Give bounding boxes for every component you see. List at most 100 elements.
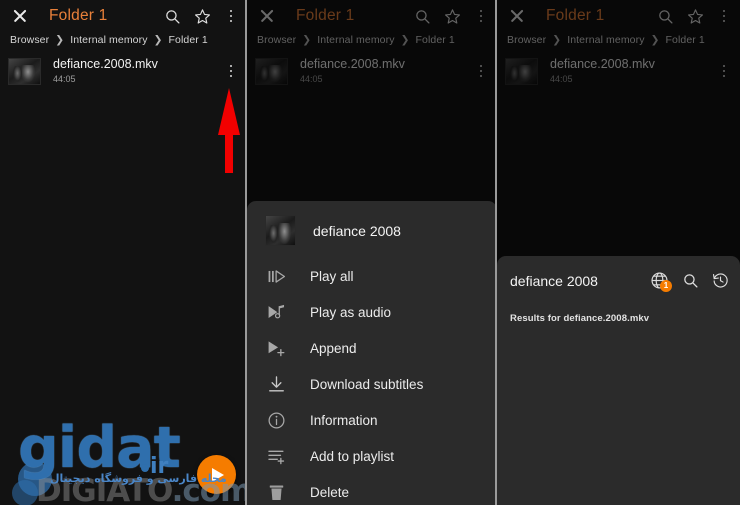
more-vertical-icon[interactable]	[717, 8, 731, 25]
breadcrumb-separator: ❯	[302, 34, 312, 46]
panel-file-browser: Folder 1 Browser ❯ Internal memory ❯ Fol…	[0, 0, 247, 505]
menu-item-play-all[interactable]: Play all	[247, 258, 497, 294]
search-icon[interactable]	[414, 8, 431, 25]
file-meta: defiance.2008.mkv 44:05	[300, 57, 474, 86]
play-all-icon	[266, 266, 287, 287]
breadcrumb-item-folder-1[interactable]: Folder 1	[666, 34, 705, 46]
breadcrumb-item-internal-memory[interactable]: Internal memory	[70, 34, 147, 46]
panel-divider	[245, 0, 247, 505]
file-meta: defiance.2008.mkv 44:05	[53, 57, 224, 86]
more-vertical-icon[interactable]	[474, 8, 488, 25]
app-bar-actions	[414, 8, 488, 25]
subtitle-search-sheet: defiance 2008 1 Results for defiance.200…	[497, 256, 740, 505]
menu-item-label: Play as audio	[310, 304, 392, 320]
file-name: defiance.2008.mkv	[53, 56, 158, 71]
app-bar: Folder 1	[0, 0, 247, 32]
star-icon[interactable]	[194, 8, 211, 25]
context-menu-title: defiance 2008	[313, 222, 401, 239]
watermark-blob	[18, 462, 52, 496]
add-to-playlist-icon	[266, 446, 287, 467]
video-thumbnail	[265, 215, 296, 246]
breadcrumb-item-browser[interactable]: Browser	[257, 34, 296, 46]
watermark-dot	[141, 464, 149, 472]
play-as-audio-icon	[266, 302, 287, 323]
breadcrumb-item-browser[interactable]: Browser	[507, 34, 546, 46]
globe-badge: 1	[660, 280, 672, 292]
screenshot-stage: Folder 1 Browser ❯ Internal memory ❯ Fol…	[0, 0, 740, 505]
history-icon[interactable]	[712, 272, 729, 289]
breadcrumb-item-folder-1[interactable]: Folder 1	[169, 34, 208, 46]
breadcrumb-separator: ❯	[400, 34, 410, 46]
play-icon	[212, 467, 224, 482]
file-meta: defiance.2008.mkv 44:05	[550, 57, 717, 86]
file-overflow-icon[interactable]	[717, 63, 731, 80]
app-bar: Folder 1	[497, 0, 740, 32]
file-name: defiance.2008.mkv	[550, 56, 655, 71]
watermark-brand: gidat	[18, 415, 181, 481]
app-bar: Folder 1	[247, 0, 497, 32]
file-list-item[interactable]: defiance.2008.mkv 44:05	[0, 51, 247, 91]
watermark-blob	[12, 480, 38, 505]
menu-item-append[interactable]: Append	[247, 330, 497, 366]
subtitle-sheet-header: defiance 2008 1	[497, 260, 740, 301]
breadcrumb-separator: ❯	[55, 34, 65, 46]
search-icon[interactable]	[657, 8, 674, 25]
menu-item-add-to-playlist[interactable]: Add to playlist	[247, 438, 497, 474]
file-overflow-icon[interactable]	[474, 63, 488, 80]
play-fab-button[interactable]	[197, 455, 236, 494]
menu-item-delete[interactable]: Delete	[247, 474, 497, 505]
info-icon	[266, 410, 287, 431]
close-icon[interactable]	[9, 5, 31, 27]
menu-item-play-as-audio[interactable]: Play as audio	[247, 294, 497, 330]
menu-item-information[interactable]: Information	[247, 402, 497, 438]
file-list-item[interactable]: defiance.2008.mkv 44:05	[497, 51, 740, 91]
breadcrumb-item-internal-memory[interactable]: Internal memory	[567, 34, 644, 46]
video-thumbnail	[255, 57, 288, 85]
search-icon[interactable]	[164, 8, 181, 25]
menu-item-label: Download subtitles	[310, 376, 424, 392]
star-icon[interactable]	[687, 8, 704, 25]
more-vertical-icon[interactable]	[224, 8, 238, 25]
watermark-tld: ir	[150, 454, 169, 479]
breadcrumb-separator: ❯	[552, 34, 562, 46]
context-menu-header: defiance 2008	[247, 205, 497, 258]
append-icon	[266, 338, 287, 359]
close-icon[interactable]	[256, 5, 278, 27]
subtitle-results-text: Results for defiance.2008.mkv	[510, 313, 650, 324]
breadcrumb-item-internal-memory[interactable]: Internal memory	[317, 34, 394, 46]
red-arrow-up-annotation	[214, 88, 244, 173]
subtitle-sheet-title: defiance 2008	[510, 272, 598, 289]
context-menu-sheet: defiance 2008 Play all Play as audio App…	[247, 201, 497, 505]
menu-item-label: Add to playlist	[310, 448, 395, 464]
breadcrumb: Browser ❯ Internal memory ❯ Folder 1	[247, 32, 497, 51]
file-duration: 44:05	[53, 73, 76, 84]
page-title: Folder 1	[546, 7, 605, 24]
file-duration: 44:05	[300, 73, 323, 84]
panel-divider	[495, 0, 497, 505]
breadcrumb-item-folder-1[interactable]: Folder 1	[416, 34, 455, 46]
star-icon[interactable]	[444, 8, 461, 25]
page-title: Folder 1	[49, 7, 108, 24]
menu-item-label: Delete	[310, 484, 350, 500]
video-thumbnail	[8, 57, 41, 85]
trash-icon	[266, 482, 287, 503]
panel-subtitle-search: Folder 1 Browser ❯ Internal memory ❯ Fol…	[497, 0, 740, 505]
breadcrumb-separator: ❯	[650, 34, 660, 46]
breadcrumb: Browser ❯ Internal memory ❯ Folder 1	[497, 32, 740, 51]
breadcrumb: Browser ❯ Internal memory ❯ Folder 1	[0, 32, 247, 51]
app-bar-actions	[657, 8, 731, 25]
panel-context-menu: Folder 1 Browser ❯ Internal memory ❯ Fol…	[247, 0, 497, 505]
file-list-item[interactable]: defiance.2008.mkv 44:05	[247, 51, 497, 91]
close-icon[interactable]	[506, 5, 528, 27]
menu-item-label: Append	[310, 340, 357, 356]
download-icon	[266, 374, 287, 395]
file-overflow-icon[interactable]	[224, 63, 238, 80]
search-icon[interactable]	[682, 272, 699, 289]
menu-item-label: Information	[310, 412, 378, 428]
menu-item-label: Play all	[310, 268, 354, 284]
menu-item-download-subtitles[interactable]: Download subtitles	[247, 366, 497, 402]
subtitle-sheet-actions: 1	[650, 271, 729, 292]
breadcrumb-item-browser[interactable]: Browser	[10, 34, 49, 46]
video-thumbnail	[505, 57, 538, 85]
globe-icon[interactable]: 1	[650, 271, 672, 292]
